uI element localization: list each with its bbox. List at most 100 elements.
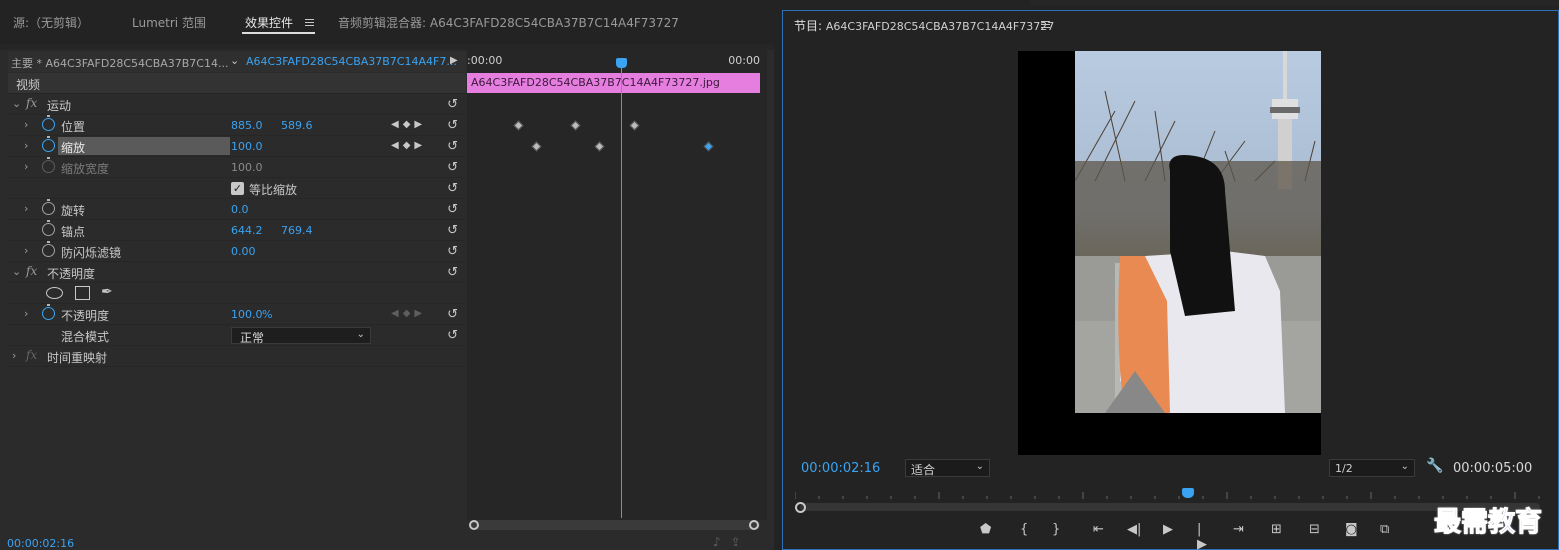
chevron-right-icon[interactable]: › xyxy=(24,139,28,152)
program-monitor-title[interactable]: 节目: A64C3FAFD28C54CBA37B7C14A4F73727 xyxy=(794,17,1054,34)
anchor-label: 锚点 xyxy=(61,225,86,239)
opacity-effect-row[interactable]: ⌄ fx 不透明度 ↺ xyxy=(8,262,466,283)
stopwatch-icon[interactable] xyxy=(42,115,55,131)
settings-wrench-icon[interactable]: 🔧 xyxy=(1426,458,1443,474)
position-y-value[interactable]: 589.6 xyxy=(281,119,313,132)
add-marker-icon[interactable]: ⬟ xyxy=(980,522,991,537)
step-forward-icon[interactable]: |▶ xyxy=(1197,522,1207,550)
playback-resolution-select[interactable]: 1/2 ⌄ xyxy=(1329,459,1415,477)
mark-out-icon[interactable]: } xyxy=(1052,522,1060,537)
go-to-out-icon[interactable]: ⇥ xyxy=(1233,522,1244,537)
panel-menu-icon[interactable] xyxy=(1041,21,1050,28)
stopwatch-icon[interactable] xyxy=(42,199,55,215)
reset-icon[interactable]: ↺ xyxy=(447,265,458,280)
stopwatch-icon[interactable] xyxy=(42,304,55,320)
keyframe-nav-icon[interactable]: ◀◆▶ xyxy=(391,308,426,319)
reset-icon[interactable]: ↺ xyxy=(447,307,458,322)
program-time-ruler[interactable] xyxy=(795,490,1551,500)
rotation-row[interactable]: › 旋转 0.0 ↺ xyxy=(8,199,466,220)
time-remap-row[interactable]: › fx 时间重映射 xyxy=(8,346,466,367)
chevron-right-icon[interactable]: › xyxy=(12,349,16,362)
position-row[interactable]: › 位置 885.0 589.6 ◀◆▶ ↺ xyxy=(8,115,466,136)
step-back-icon[interactable]: ◀| xyxy=(1127,522,1141,537)
reset-icon[interactable]: ↺ xyxy=(447,244,458,259)
opacity-value[interactable]: 100.0 xyxy=(231,308,263,321)
scroll-handle-left[interactable] xyxy=(469,520,479,530)
playhead-handle[interactable] xyxy=(616,58,627,68)
chevron-down-icon[interactable]: ⌄ xyxy=(12,97,21,110)
effect-controls-timecode[interactable]: 00:00:02:16 xyxy=(7,537,74,550)
timeline-ruler[interactable]: :00:00 00:00 xyxy=(467,52,763,70)
uniform-scale-checkbox[interactable]: ✓ xyxy=(231,182,244,195)
scroll-handle-right[interactable] xyxy=(749,520,759,530)
pen-mask-icon[interactable]: ✒ xyxy=(101,284,113,300)
uniform-scale-row[interactable]: ✓ 等比缩放 ↺ xyxy=(8,178,466,199)
photo-scene xyxy=(1075,51,1321,413)
reset-icon[interactable]: ↺ xyxy=(447,97,458,112)
program-zoom-scrollbar[interactable] xyxy=(800,503,1540,511)
go-to-in-icon[interactable]: ⇤ xyxy=(1093,522,1104,537)
program-current-time[interactable]: 00:00:02:16 xyxy=(801,461,880,476)
ellipse-mask-icon[interactable] xyxy=(46,287,63,299)
keyframe-nav-icon[interactable]: ◀◆▶ xyxy=(391,140,426,151)
program-scroll-handle[interactable] xyxy=(795,502,806,513)
mark-in-icon[interactable]: { xyxy=(1020,522,1028,537)
reset-icon[interactable]: ↺ xyxy=(447,328,458,343)
tab-source[interactable]: 源:（无剪辑） xyxy=(13,14,89,31)
blend-mode-value: 正常 xyxy=(240,331,265,345)
zoom-fit-select[interactable]: 适合 ⌄ xyxy=(905,459,990,477)
blend-mode-select[interactable]: 正常 ⌄ xyxy=(231,327,371,345)
motion-effect-row[interactable]: ⌄ fx 运动 ↺ xyxy=(8,94,466,115)
antiflicker-value[interactable]: 0.00 xyxy=(231,245,256,258)
reset-icon[interactable]: ↺ xyxy=(447,181,458,196)
fx-icon[interactable]: fx xyxy=(26,264,37,278)
anchor-x-value[interactable]: 644.2 xyxy=(231,224,263,237)
reset-icon[interactable]: ↺ xyxy=(447,118,458,133)
chevron-right-icon[interactable]: › xyxy=(24,160,28,173)
keyframe-nav-icon[interactable]: ◀◆▶ xyxy=(391,119,426,130)
chevron-right-icon[interactable]: › xyxy=(24,307,28,320)
scale-value[interactable]: 100.0 xyxy=(231,140,263,153)
opacity-label: 不透明度 xyxy=(61,309,110,323)
blend-mode-row[interactable]: 混合模式 正常 ⌄ ↺ xyxy=(8,325,466,346)
effect-timeline[interactable] xyxy=(467,50,767,520)
tab-effect-controls[interactable]: 效果控件 xyxy=(245,14,293,31)
scale-width-row[interactable]: › 缩放宽度 100.0 ↺ xyxy=(8,157,466,178)
opacity-row[interactable]: › 不透明度 100.0 % ◀◆▶ ↺ xyxy=(8,304,466,325)
rectangle-mask-icon[interactable] xyxy=(75,286,90,300)
anchor-y-value[interactable]: 769.4 xyxy=(281,224,313,237)
clip-name-label[interactable]: A64C3FAFD28C54CBA37B7C14A4F7... xyxy=(246,55,457,68)
fx-icon[interactable]: fx xyxy=(26,96,37,110)
rotation-value[interactable]: 0.0 xyxy=(231,203,249,216)
chevron-down-icon[interactable]: ⌄ xyxy=(230,54,239,67)
extract-icon[interactable]: ⊟ xyxy=(1309,522,1320,537)
program-playhead[interactable] xyxy=(1182,488,1194,498)
reset-icon[interactable]: ↺ xyxy=(447,139,458,154)
master-clip-label[interactable]: 主要 * A64C3FAFD28C54CBA37B7C14... xyxy=(11,55,228,71)
reset-icon[interactable]: ↺ xyxy=(447,223,458,238)
chevron-right-icon[interactable]: › xyxy=(24,118,28,131)
timeline-clip-name: A64C3FAFD28C54CBA37B7C14A4F73727.jpg xyxy=(471,76,720,89)
lift-icon[interactable]: ⊞ xyxy=(1271,522,1282,537)
tab-audio-clip-mixer[interactable]: 音频剪辑混合器: A64C3FAFD28C54CBA37B7C14A4F7372… xyxy=(338,14,679,31)
reset-icon[interactable]: ↺ xyxy=(447,202,458,217)
comparison-view-icon[interactable]: ⧉ xyxy=(1380,522,1389,537)
export-frame-icon[interactable]: ◙ xyxy=(1345,522,1358,537)
stopwatch-icon[interactable] xyxy=(42,136,55,152)
timeline-scrollbar[interactable] xyxy=(470,520,760,530)
stopwatch-icon[interactable] xyxy=(42,241,55,257)
chevron-right-icon[interactable]: › xyxy=(24,244,28,257)
chevron-down-icon[interactable]: ⌄ xyxy=(12,265,21,278)
tab-lumetri-scopes[interactable]: Lumetri 范围 xyxy=(132,14,206,31)
antiflicker-row[interactable]: › 防闪烁滤镜 0.00 ↺ xyxy=(8,241,466,262)
anchor-row[interactable]: 锚点 644.2 769.4 ↺ xyxy=(8,220,466,241)
stopwatch-icon[interactable] xyxy=(42,220,55,236)
scale-row[interactable]: › 缩放 100.0 ◀◆▶ ↺ xyxy=(8,136,466,157)
reset-icon[interactable]: ↺ xyxy=(447,160,458,175)
panel-menu-icon[interactable] xyxy=(305,19,314,26)
chevron-right-icon[interactable]: › xyxy=(24,202,28,215)
play-clip-icon[interactable]: ▶ xyxy=(450,55,458,66)
position-x-value[interactable]: 885.0 xyxy=(231,119,263,132)
play-icon[interactable]: ▶ xyxy=(1163,522,1173,537)
timeline-clip-bar[interactable]: A64C3FAFD28C54CBA37B7C14A4F73727.jpg xyxy=(467,73,760,93)
